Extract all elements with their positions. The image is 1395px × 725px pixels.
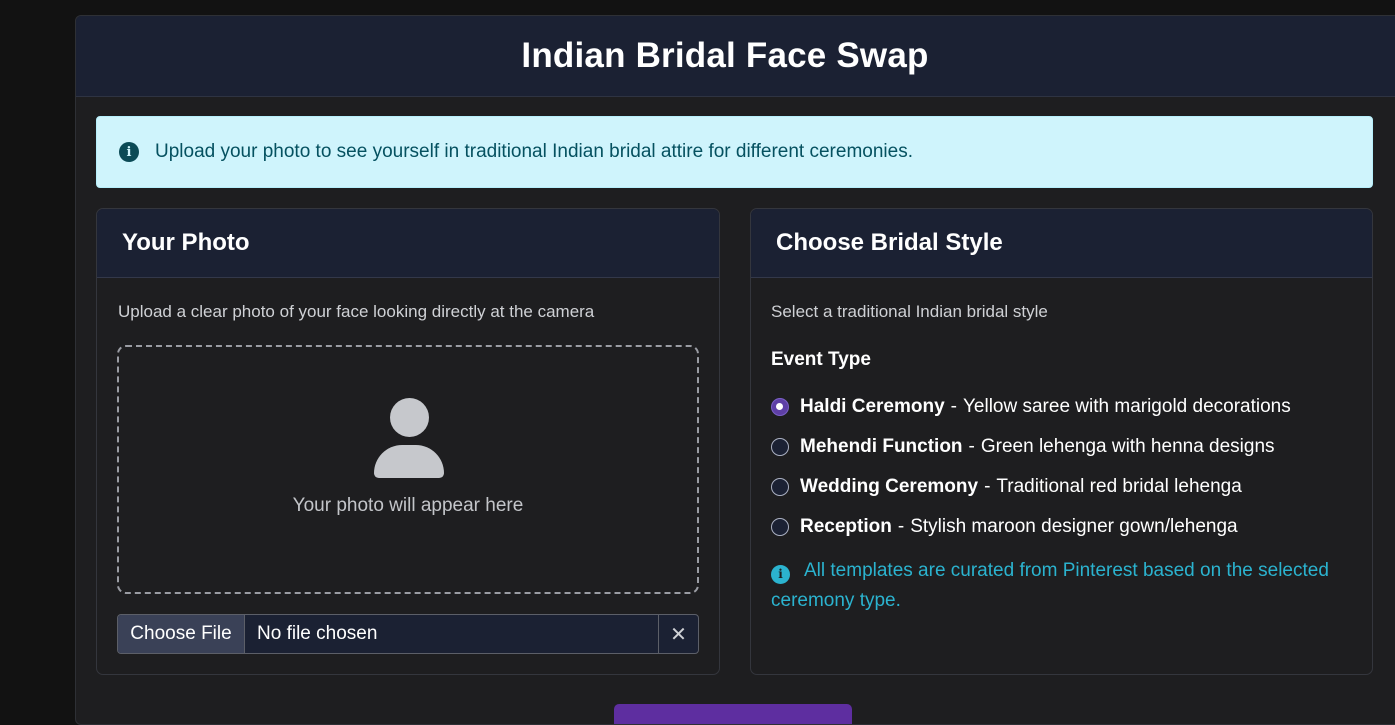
radio-option-separator: - bbox=[984, 476, 991, 497]
radio-option-name: Reception bbox=[800, 516, 892, 537]
radio-option-name: Haldi Ceremony bbox=[800, 396, 945, 417]
radio-option-separator: - bbox=[950, 396, 957, 417]
radio-button-reception[interactable] bbox=[771, 518, 789, 536]
radio-option-name: Mehendi Function bbox=[800, 436, 963, 457]
info-alert: i Upload your photo to see yourself in t… bbox=[96, 116, 1373, 188]
your-photo-panel-header: Your Photo bbox=[97, 209, 719, 278]
bridal-style-panel-header: Choose Bridal Style bbox=[751, 209, 1372, 278]
template-info-note: i All templates are curated from Pinteres… bbox=[771, 556, 1331, 616]
radio-option-separator: - bbox=[897, 516, 905, 537]
radio-option-name: Wedding Ceremony bbox=[800, 476, 979, 497]
info-alert-text: Upload your photo to see yourself in tra… bbox=[155, 141, 913, 162]
template-info-text: All templates are curated from Pinterest… bbox=[771, 560, 1329, 611]
photo-preview-dropzone[interactable]: Your photo will appear here bbox=[117, 345, 699, 594]
bridal-style-title: Choose Bridal Style bbox=[776, 229, 1003, 256]
radio-option-detail: Green lehenga with henna designs bbox=[980, 436, 1275, 457]
radio-button-mehendi[interactable] bbox=[771, 438, 789, 456]
file-input[interactable]: Choose File No file chosen ✕ bbox=[117, 614, 699, 654]
generate-button-partial[interactable] bbox=[614, 704, 852, 724]
your-photo-panel: Your Photo Upload a clear photo of your … bbox=[96, 208, 720, 675]
event-type-label: Event Type bbox=[771, 349, 871, 370]
radio-option-detail: Stylish maroon designer gown/lehenga bbox=[910, 516, 1238, 537]
person-body-shape bbox=[374, 445, 444, 478]
person-icon bbox=[372, 398, 446, 480]
radio-button-haldi[interactable] bbox=[771, 398, 789, 416]
page-title: Indian Bridal Face Swap bbox=[521, 36, 929, 75]
close-icon[interactable]: ✕ bbox=[658, 615, 698, 653]
radio-option-reception[interactable]: Reception - Stylish maroon designer gown… bbox=[771, 507, 1291, 547]
event-type-radio-group: Haldi Ceremony - Yellow saree with marig… bbox=[771, 387, 1291, 547]
app-card: Indian Bridal Face Swap i Upload your ph… bbox=[75, 15, 1395, 725]
info-circle-icon: i bbox=[119, 142, 139, 162]
radio-option-separator: - bbox=[968, 436, 975, 457]
choose-file-button[interactable]: Choose File bbox=[118, 615, 245, 653]
info-circle-icon: i bbox=[771, 564, 790, 584]
radio-option-wedding[interactable]: Wedding Ceremony - Traditional red brida… bbox=[771, 467, 1291, 507]
your-photo-description: Upload a clear photo of your face lookin… bbox=[118, 302, 595, 321]
bridal-style-description: Select a traditional Indian bridal style bbox=[771, 302, 1048, 321]
photo-placeholder-text: Your photo will appear here bbox=[292, 495, 524, 516]
radio-option-detail: Traditional red bridal lehenga bbox=[996, 476, 1242, 497]
bridal-style-panel: Choose Bridal Style Select a traditional… bbox=[750, 208, 1373, 675]
radio-button-wedding[interactable] bbox=[771, 478, 789, 496]
file-status-text: No file chosen bbox=[257, 623, 378, 644]
radio-option-detail: Yellow saree with marigold decorations bbox=[962, 396, 1291, 417]
your-photo-title: Your Photo bbox=[122, 229, 250, 256]
radio-option-mehendi[interactable]: Mehendi Function - Green lehenga with he… bbox=[771, 427, 1291, 467]
radio-option-haldi[interactable]: Haldi Ceremony - Yellow saree with marig… bbox=[771, 387, 1291, 427]
app-header: Indian Bridal Face Swap bbox=[76, 16, 1395, 97]
person-head-shape bbox=[390, 398, 429, 437]
